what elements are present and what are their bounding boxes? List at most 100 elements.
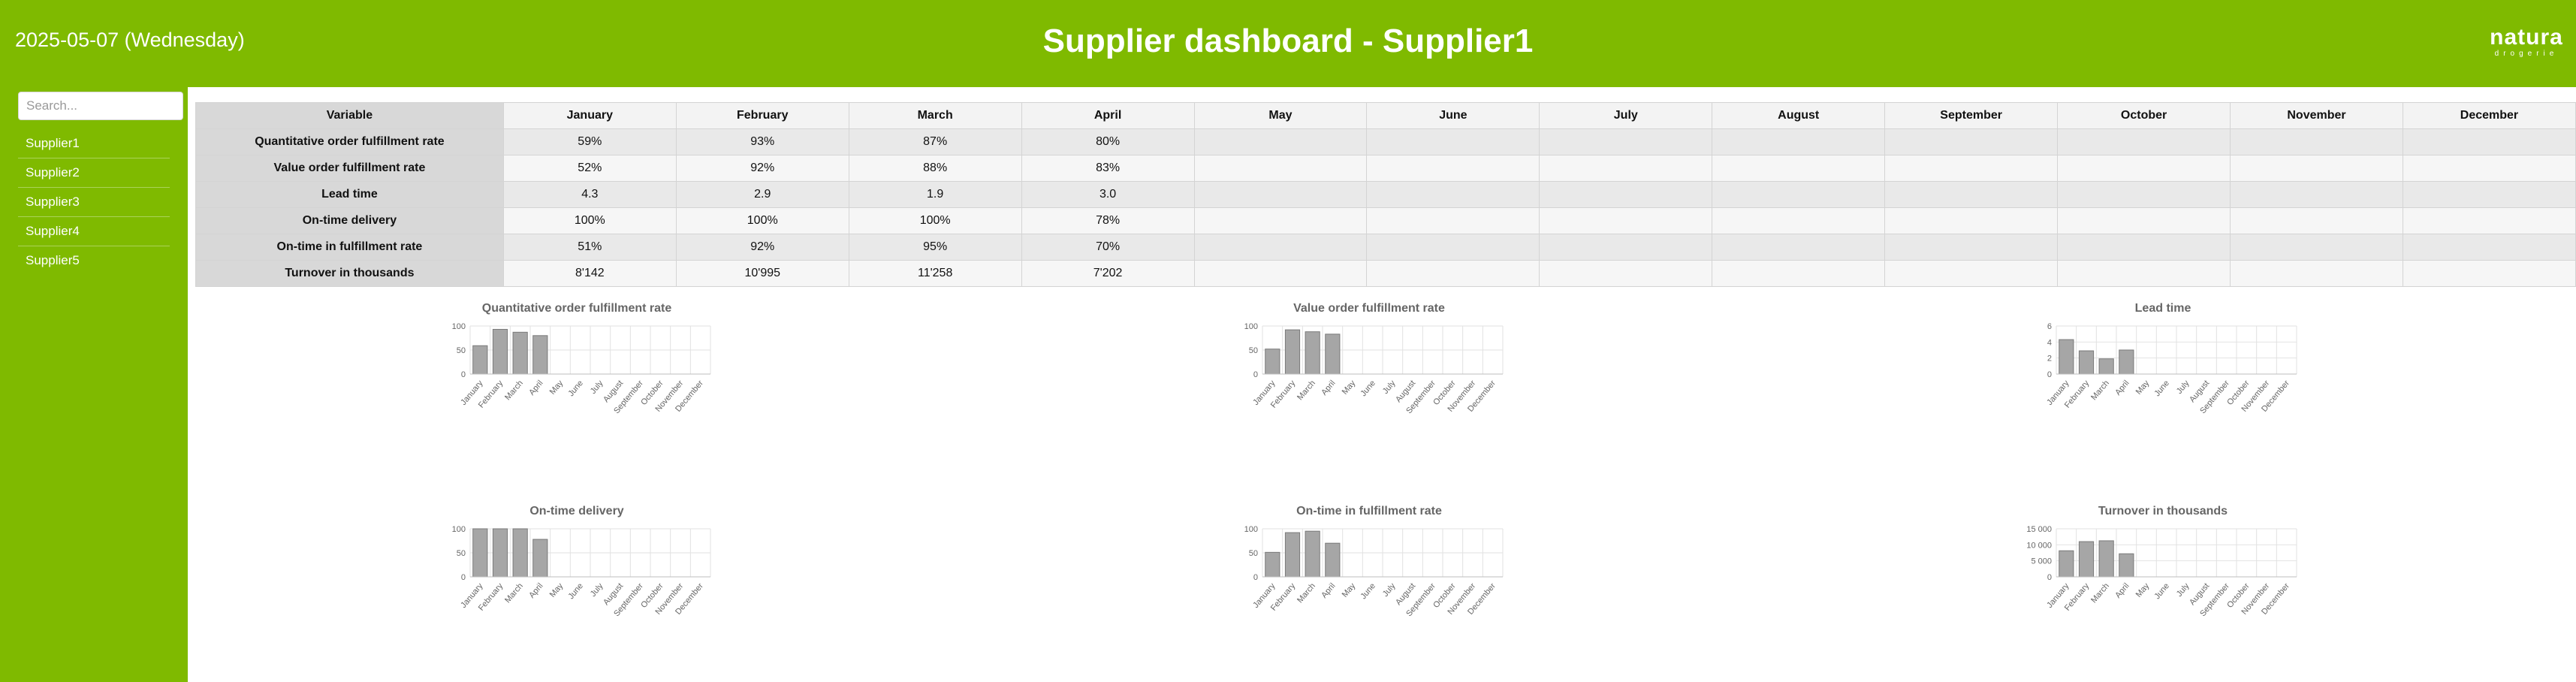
- table-cell: 2.9: [675, 181, 849, 208]
- table-cell: 10'995: [675, 260, 849, 287]
- table-cell: [1193, 128, 1368, 155]
- table-cell: [2057, 260, 2231, 287]
- y-tick-label: 0: [1253, 370, 1258, 379]
- logo-subtext: drogerie: [2494, 50, 2559, 58]
- table-cell: [1366, 155, 1540, 182]
- y-tick-label: 0: [461, 573, 466, 582]
- x-tick-label: May: [548, 581, 566, 599]
- bar: [2059, 339, 2074, 375]
- table-cell: [1193, 234, 1368, 261]
- table-cell: 78%: [1021, 207, 1195, 234]
- logo-text: natura: [2490, 25, 2563, 50]
- table-cell: [1366, 260, 1540, 287]
- chart-lead-time: Lead time 0 2 4 6 January February March April M…: [2013, 302, 2313, 467]
- table-cell: [1884, 234, 2059, 261]
- table-cell: 100%: [848, 207, 1022, 234]
- table-cell: [1366, 234, 1540, 261]
- table-cell: [2402, 260, 2576, 287]
- table-cell: [1193, 181, 1368, 208]
- chart-plot: 050100JanuaryFebruaryMarch April May June Ju…: [1244, 525, 1504, 618]
- bar: [512, 528, 528, 578]
- x-tick-label: May: [2134, 581, 2152, 599]
- brand-logo: natura drogerie: [2487, 26, 2565, 59]
- column-header-month: August: [1712, 102, 1886, 129]
- column-header-month: November: [2230, 102, 2403, 129]
- x-tick-label: June: [2152, 379, 2171, 398]
- chart-title: Lead time: [2134, 302, 2191, 315]
- y-tick-label: 10 000: [2026, 541, 2052, 550]
- x-tick-label: July: [2175, 581, 2191, 599]
- table-cell: [2230, 207, 2403, 234]
- column-header-month: May: [1193, 102, 1368, 129]
- table-cell: [1712, 207, 1886, 234]
- x-tick-label: July: [1381, 379, 1398, 396]
- x-tick-label: May: [1341, 379, 1358, 397]
- column-header-variable: Variable: [195, 102, 504, 129]
- column-header-month: December: [2402, 102, 2576, 129]
- table-cell: 51%: [502, 234, 677, 261]
- table-cell: [1539, 128, 1713, 155]
- y-tick-label: 100: [452, 525, 466, 534]
- search-input[interactable]: [18, 92, 183, 120]
- table-cell: [2230, 234, 2403, 261]
- x-tick-label: April: [1320, 379, 1337, 397]
- sidebar-item-supplier5[interactable]: Supplier5: [18, 246, 170, 275]
- table-cell: [1539, 155, 1713, 182]
- x-tick-label: June: [1359, 581, 1377, 601]
- bar: [492, 328, 508, 375]
- chart-title: Turnover in thousands: [2098, 505, 2228, 518]
- x-tick-label: April: [2113, 379, 2131, 397]
- sidebar-item-supplier4[interactable]: Supplier4: [18, 217, 170, 246]
- table-cell: 100%: [675, 207, 849, 234]
- table-cell: [1193, 260, 1368, 287]
- row-label: On-time delivery: [195, 207, 504, 234]
- x-tick-label: July: [589, 379, 605, 396]
- column-header-month: March: [848, 102, 1022, 129]
- y-tick-label: 4: [2047, 338, 2052, 347]
- table-row: Turnover in thousands 8'142 10'995 11'258 7'…: [195, 260, 2576, 287]
- row-label: Lead time: [195, 181, 504, 208]
- chart-title: On-time in fulfillment rate: [1296, 505, 1442, 518]
- x-tick-label: June: [566, 379, 585, 398]
- chart-on-time-in-fulfillment-rate: On-time in fulfillment rate 0 50 100 Januar…: [1219, 505, 1519, 670]
- table-cell: [1366, 128, 1540, 155]
- y-tick-label: 0: [2047, 573, 2052, 582]
- table-cell: [2230, 128, 2403, 155]
- x-tick-label: May: [548, 379, 566, 397]
- y-tick-label: 100: [452, 322, 466, 331]
- y-tick-label: 0: [2047, 370, 2052, 379]
- bar: [512, 331, 528, 375]
- table-cell: 3.0: [1021, 181, 1195, 208]
- bar: [2119, 553, 2134, 578]
- y-tick-label: 50: [1249, 346, 1258, 355]
- table-cell: [2402, 128, 2576, 155]
- bar: [1265, 349, 1280, 375]
- chart-quantitative-order-fulfillment-rate: Quantitative order fulfillment rate 0 50 1…: [427, 302, 727, 467]
- chart-turnover-in-thousands: Turnover in thousands 0 5 000 10 000 15 000…: [2013, 505, 2313, 670]
- table-cell: 100%: [502, 207, 677, 234]
- x-tick-label: April: [527, 581, 544, 600]
- column-header-month: February: [675, 102, 849, 129]
- chart-on-time-delivery: On-time delivery 0 50 100 January February Ma…: [427, 505, 727, 670]
- y-tick-label: 6: [2047, 322, 2052, 331]
- sidebar-item-supplier2[interactable]: Supplier2: [18, 158, 170, 188]
- supplier-nav: Supplier1 Supplier2 Supplier3 Supplier4 …: [18, 129, 170, 275]
- x-tick-label: March: [1296, 581, 1317, 605]
- table-cell: [1539, 181, 1713, 208]
- table-cell: [1366, 207, 1540, 234]
- bar: [1284, 329, 1301, 375]
- table-cell: [1712, 181, 1886, 208]
- table-row: Lead time 4.3 2.9 1.9 3.0: [195, 181, 2576, 208]
- y-tick-label: 15 000: [2026, 525, 2052, 534]
- table-cell: [2057, 128, 2231, 155]
- x-tick-label: March: [2089, 581, 2111, 605]
- y-tick-label: 50: [457, 346, 466, 355]
- sidebar-item-supplier1[interactable]: Supplier1: [18, 129, 170, 158]
- table-cell: [1884, 207, 2059, 234]
- chart-title: Value order fulfillment rate: [1293, 302, 1445, 315]
- table-cell: [2402, 155, 2576, 182]
- y-tick-label: 0: [1253, 573, 1258, 582]
- sidebar-item-supplier3[interactable]: Supplier3: [18, 188, 170, 217]
- table-cell: [1884, 128, 2059, 155]
- chart-plot: 05 00010 00015 000JanuaryFebruaryMarch Ap…: [2026, 525, 2297, 618]
